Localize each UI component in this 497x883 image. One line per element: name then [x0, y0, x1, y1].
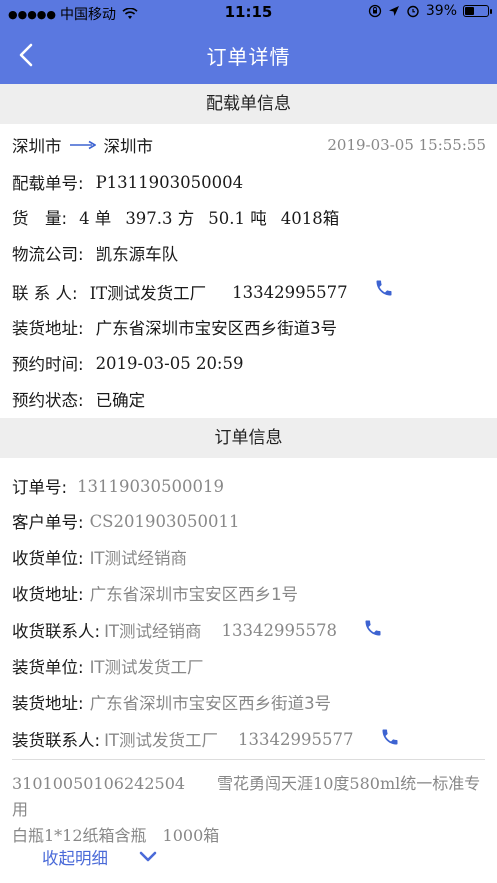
appoint-status-value: 已确定	[95, 391, 146, 410]
battery-percent: 39%	[425, 3, 457, 19]
order-section-header: 订单信息	[0, 418, 497, 458]
phone-icon[interactable]	[363, 618, 383, 638]
receiver-address-value: 广东省深圳市宝安区西乡1号	[89, 585, 299, 604]
appoint-status-row: 预约状态: 已确定	[12, 387, 145, 411]
order-no-row: 订单号: 13119030500019	[12, 474, 224, 498]
shipper-address-value: 广东省深圳市宝安区西乡街道3号	[89, 694, 332, 713]
to-city: 深圳市	[103, 137, 154, 156]
load-no-row: 配载单号: P1311903050004	[12, 170, 243, 194]
contact-row: 联 系 人: IT测试发货工厂 13342995577	[12, 280, 394, 304]
receiver-contact-name: IT测试经销商	[104, 622, 202, 641]
phone-icon[interactable]	[380, 727, 400, 747]
receiver-contact-row: 收货联系人: IT测试经销商 13342995578	[12, 618, 383, 642]
cargo-orders: 4 单	[79, 209, 112, 228]
shipper-label: 装货单位:	[12, 658, 84, 677]
arrow-right-icon	[69, 140, 96, 150]
order-no-label: 订单号:	[12, 478, 68, 497]
shipper-address-row: 装货地址: 广东省深圳市宝安区西乡街道3号	[12, 690, 331, 714]
cargo-volume: 397.3 方	[125, 209, 195, 228]
customer-no-row: 客户单号: CS201903050011	[12, 509, 239, 533]
receiver-address-row: 收货地址: 广东省深圳市宝安区西乡1号	[12, 581, 298, 605]
location-icon	[388, 6, 399, 16]
cargo-label: 货 量:	[12, 209, 68, 228]
shipper-contact-row: 装货联系人: IT测试发货工厂 13342995577	[12, 727, 400, 751]
receiver-value: IT测试经销商	[89, 549, 188, 568]
battery-icon	[463, 5, 492, 17]
receiver-contact-phone: 13342995578	[221, 620, 337, 640]
cargo-boxes: 4018箱	[280, 209, 340, 228]
contact-phone: 13342995577	[232, 282, 348, 302]
appoint-time-row: 预约时间: 2019-03-05 20:59	[12, 351, 244, 375]
cargo-weight: 50.1 吨	[208, 209, 267, 228]
chevron-down-icon	[139, 851, 157, 862]
route-row: 深圳市 深圳市	[12, 133, 153, 157]
battery-fill	[465, 7, 474, 15]
appoint-status-label: 预约状态:	[12, 391, 84, 410]
page-title: 订单详情	[206, 45, 291, 69]
appoint-time-label: 预约时间:	[12, 355, 84, 374]
logistics-label: 物流公司:	[12, 245, 84, 264]
from-city: 深圳市	[12, 137, 62, 156]
product-line-1: 31010050106242504 雪花勇闯天涯10度580ml统一标准专用	[12, 774, 481, 819]
customer-no-label: 客户单号:	[12, 513, 84, 532]
phone-icon[interactable]	[374, 278, 394, 298]
divider	[12, 759, 485, 760]
customer-no-value: CS201903050011	[89, 511, 240, 531]
shipper-address-label: 装货地址:	[12, 694, 84, 713]
receiver-contact-label: 收货联系人:	[12, 622, 101, 641]
status-right: 39%	[368, 3, 492, 19]
shipper-contact-phone: 13342995577	[238, 729, 354, 749]
load-address-row: 装货地址: 广东省深圳市宝安区西乡街道3号	[12, 315, 337, 339]
status-bar: ●●●●● 中国移动 11:15 39%	[0, 0, 497, 26]
contact-label: 联 系 人:	[12, 284, 78, 303]
load-no-label: 配载单号:	[12, 174, 84, 193]
logistics-value: 凯东源车队	[95, 245, 179, 264]
load-address-value: 广东省深圳市宝安区西乡街道3号	[95, 319, 338, 338]
contact-name: IT测试发货工厂	[89, 284, 207, 303]
receiver-label: 收货单位:	[12, 549, 84, 568]
cargo-row: 货 量: 4 单 397.3 方 50.1 吨 4018箱	[12, 205, 339, 229]
load-datetime: 2019-03-05 15:55:55	[327, 136, 486, 154]
receiver-address-label: 收货地址:	[12, 585, 84, 604]
shipper-value: IT测试发货工厂	[89, 658, 204, 677]
loading-section-header: 配载单信息	[0, 84, 497, 124]
rotation-lock-icon	[368, 4, 382, 18]
shipper-contact-name: IT测试发货工厂	[104, 731, 219, 750]
nav-bar: 订单详情	[0, 26, 497, 84]
product-detail: 31010050106242504 雪花勇闯天涯10度580ml统一标准专用 白…	[12, 771, 487, 849]
load-no-value: P1311903050004	[95, 172, 244, 192]
receiver-row: 收货单位: IT测试经销商	[12, 545, 187, 569]
appoint-time-value: 2019-03-05 20:59	[95, 353, 244, 373]
load-address-label: 装货地址:	[12, 319, 84, 338]
collapse-details-button[interactable]: 收起明细	[42, 845, 158, 869]
shipper-row: 装货单位: IT测试发货工厂	[12, 654, 204, 678]
order-no-value: 13119030500019	[77, 476, 225, 496]
collapse-label: 收起明细	[42, 849, 108, 868]
shipper-contact-label: 装货联系人:	[12, 731, 101, 750]
alarm-icon	[407, 5, 419, 18]
logistics-row: 物流公司: 凯东源车队	[12, 241, 178, 265]
